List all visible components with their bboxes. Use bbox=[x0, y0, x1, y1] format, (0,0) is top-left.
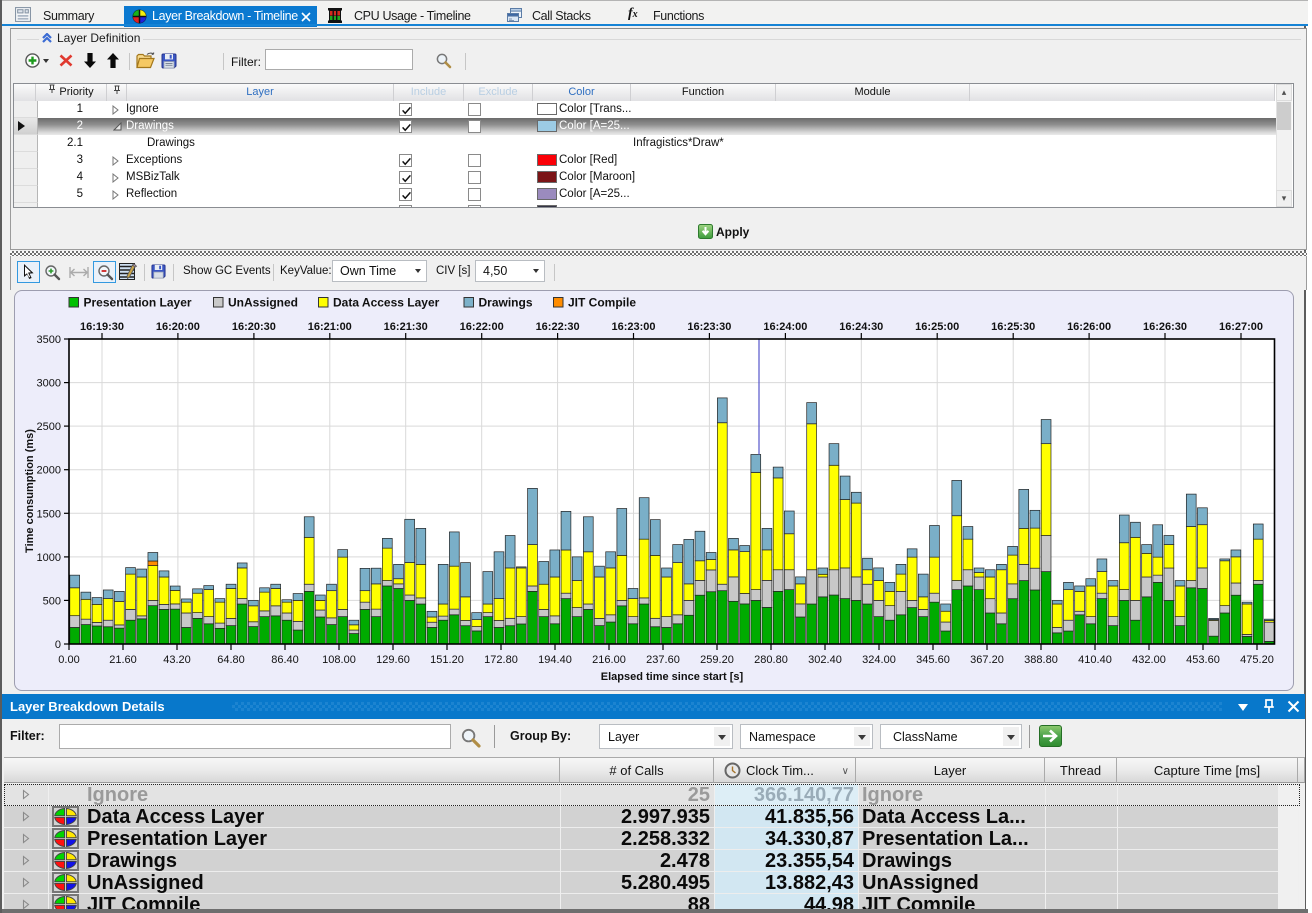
svg-text:JIT Compile: JIT Compile bbox=[568, 296, 636, 310]
svg-text:432.00: 432.00 bbox=[1132, 654, 1166, 666]
svg-text:16:23:30: 16:23:30 bbox=[687, 321, 731, 333]
svg-text:410.40: 410.40 bbox=[1078, 654, 1112, 666]
svg-text:16:21:30: 16:21:30 bbox=[384, 321, 428, 333]
svg-text:16:22:00: 16:22:00 bbox=[460, 321, 504, 333]
svg-text:1500: 1500 bbox=[37, 508, 61, 520]
svg-text:Presentation Layer: Presentation Layer bbox=[84, 296, 192, 310]
svg-text:Data Access Layer: Data Access Layer bbox=[333, 296, 440, 310]
svg-text:16:20:00: 16:20:00 bbox=[156, 321, 200, 333]
svg-text:151.20: 151.20 bbox=[430, 654, 464, 666]
svg-text:16:26:00: 16:26:00 bbox=[1067, 321, 1111, 333]
svg-text:259.20: 259.20 bbox=[700, 654, 734, 666]
svg-text:Drawings: Drawings bbox=[479, 296, 533, 310]
svg-text:64.80: 64.80 bbox=[217, 654, 245, 666]
svg-text:475.20: 475.20 bbox=[1240, 654, 1274, 666]
svg-text:302.40: 302.40 bbox=[808, 654, 842, 666]
svg-text:3000: 3000 bbox=[37, 378, 61, 390]
svg-text:388.80: 388.80 bbox=[1024, 654, 1058, 666]
svg-text:194.40: 194.40 bbox=[538, 654, 572, 666]
svg-text:16:21:00: 16:21:00 bbox=[308, 321, 352, 333]
svg-text:2000: 2000 bbox=[37, 465, 61, 477]
svg-text:21.60: 21.60 bbox=[109, 654, 137, 666]
svg-text:367.20: 367.20 bbox=[970, 654, 1004, 666]
svg-text:500: 500 bbox=[43, 595, 61, 607]
svg-text:16:25:30: 16:25:30 bbox=[991, 321, 1035, 333]
svg-text:1000: 1000 bbox=[37, 552, 61, 564]
svg-text:16:23:00: 16:23:00 bbox=[611, 321, 655, 333]
svg-text:86.40: 86.40 bbox=[271, 654, 299, 666]
svg-text:16:24:30: 16:24:30 bbox=[839, 321, 883, 333]
svg-text:16:19:30: 16:19:30 bbox=[80, 321, 124, 333]
svg-text:Time consumption (ms): Time consumption (ms) bbox=[24, 429, 36, 553]
svg-text:453.60: 453.60 bbox=[1186, 654, 1220, 666]
svg-text:16:20:30: 16:20:30 bbox=[232, 321, 276, 333]
svg-text:Elapsed time since start [s]: Elapsed time since start [s] bbox=[601, 671, 744, 683]
svg-text:0: 0 bbox=[55, 639, 61, 651]
svg-text:UnAssigned: UnAssigned bbox=[228, 296, 298, 310]
svg-text:129.60: 129.60 bbox=[376, 654, 410, 666]
svg-text:16:24:00: 16:24:00 bbox=[763, 321, 807, 333]
svg-text:16:27:00: 16:27:00 bbox=[1219, 321, 1263, 333]
svg-text:172.80: 172.80 bbox=[484, 654, 518, 666]
svg-text:16:26:30: 16:26:30 bbox=[1143, 321, 1187, 333]
svg-text:16:25:00: 16:25:00 bbox=[915, 321, 959, 333]
svg-text:108.00: 108.00 bbox=[322, 654, 356, 666]
svg-text:345.60: 345.60 bbox=[916, 654, 950, 666]
svg-text:216.00: 216.00 bbox=[592, 654, 626, 666]
svg-text:324.00: 324.00 bbox=[862, 654, 896, 666]
svg-text:43.20: 43.20 bbox=[163, 654, 191, 666]
svg-text:0.00: 0.00 bbox=[58, 654, 79, 666]
svg-text:16:22:30: 16:22:30 bbox=[536, 321, 580, 333]
svg-text:237.60: 237.60 bbox=[646, 654, 680, 666]
svg-text:2500: 2500 bbox=[37, 421, 61, 433]
svg-text:3500: 3500 bbox=[37, 334, 61, 346]
svg-text:280.80: 280.80 bbox=[754, 654, 788, 666]
